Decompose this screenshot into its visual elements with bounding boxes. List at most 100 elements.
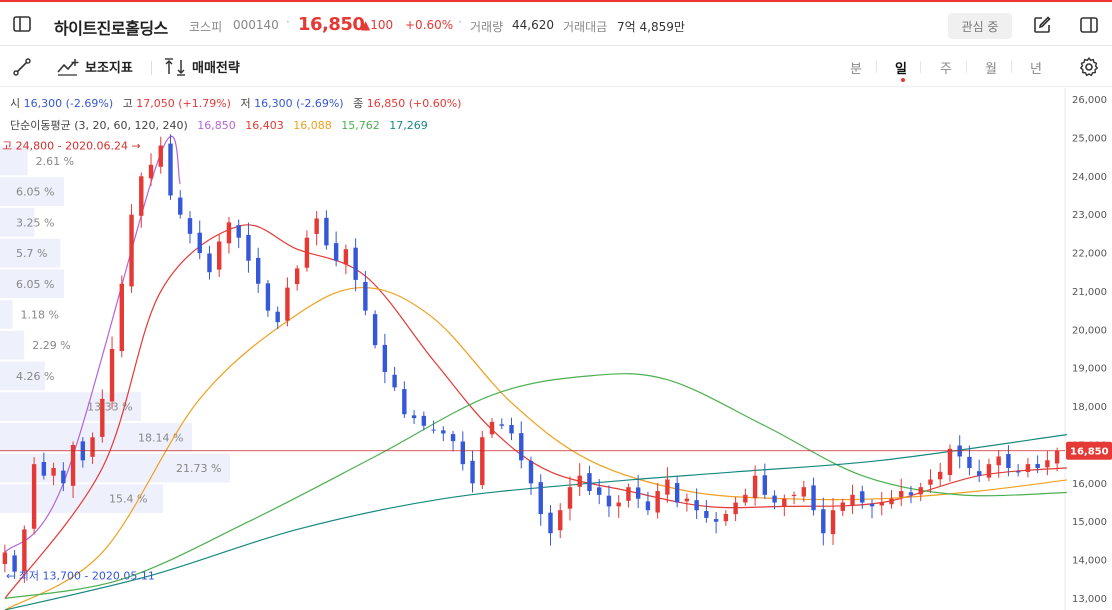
candle bbox=[684, 493, 690, 512]
side-panel-icon[interactable] bbox=[1077, 13, 1101, 37]
current-price: 16,850 bbox=[298, 14, 365, 35]
candle-body bbox=[460, 441, 465, 465]
edit-icon[interactable] bbox=[1030, 13, 1054, 37]
period-month-tab[interactable]: 월 bbox=[985, 58, 997, 77]
candle-body bbox=[665, 479, 670, 495]
volume-label: 거래량 bbox=[470, 20, 504, 34]
candle bbox=[285, 277, 290, 327]
indicator-icon bbox=[57, 58, 79, 76]
candle bbox=[2, 544, 8, 573]
price-change-percent: +0.60% bbox=[405, 18, 454, 32]
candle bbox=[421, 411, 427, 431]
candle bbox=[294, 265, 300, 291]
candle bbox=[830, 498, 836, 545]
volume-profile-label: 5.7 % bbox=[16, 247, 47, 260]
candle bbox=[869, 499, 875, 519]
low-label: 저 bbox=[240, 97, 251, 110]
candle-body bbox=[1006, 454, 1011, 468]
active-period-dot bbox=[901, 78, 905, 82]
candle-body bbox=[938, 471, 943, 480]
candle bbox=[246, 222, 251, 273]
y-tick-label: 22,000 bbox=[1072, 249, 1107, 260]
candle-body bbox=[830, 510, 836, 535]
candle-body bbox=[850, 494, 855, 506]
candle-body bbox=[626, 487, 631, 501]
candle bbox=[480, 430, 485, 489]
indicator-button[interactable]: 보조지표 bbox=[57, 57, 133, 76]
low-value: 16,300 (-2.69%) bbox=[254, 97, 344, 110]
candle-body bbox=[61, 470, 66, 484]
candle-body bbox=[41, 461, 47, 476]
candle bbox=[986, 458, 992, 482]
candle-body bbox=[928, 479, 933, 485]
candle-body bbox=[255, 257, 261, 284]
candle bbox=[655, 482, 660, 519]
stock-name: 하이트진로홀딩스 bbox=[54, 19, 168, 38]
watchlist-button[interactable]: 관심 중 bbox=[948, 13, 1012, 39]
candle-body bbox=[655, 491, 660, 513]
moving-average-legend: 단순이동평균 (3, 20, 60, 120, 240) 16,850 16,4… bbox=[10, 117, 428, 133]
period-minute-tab[interactable]: 분 bbox=[850, 58, 862, 77]
candle-body bbox=[986, 464, 992, 478]
separator-dot: · bbox=[458, 15, 462, 29]
separator-dot: · bbox=[286, 15, 290, 29]
candle bbox=[382, 333, 388, 384]
y-tick-label: 18,000 bbox=[1072, 402, 1107, 413]
candle-body bbox=[489, 421, 495, 435]
candle bbox=[558, 503, 563, 539]
candle-body bbox=[558, 510, 563, 531]
candle-body bbox=[801, 487, 807, 497]
ma240-value: 17,269 bbox=[389, 119, 428, 132]
candle-body bbox=[899, 491, 904, 498]
candle bbox=[674, 476, 680, 508]
candlesticks bbox=[2, 134, 1060, 584]
candle bbox=[187, 211, 193, 244]
candle-body bbox=[158, 145, 163, 167]
candle bbox=[626, 483, 631, 508]
candle bbox=[1054, 447, 1060, 472]
candle-body bbox=[597, 487, 602, 495]
candle-body bbox=[821, 509, 826, 534]
candle bbox=[402, 381, 407, 418]
candle bbox=[168, 134, 173, 200]
candle bbox=[840, 498, 845, 516]
drawing-tool-icon[interactable] bbox=[10, 55, 34, 79]
candle-body bbox=[1054, 450, 1060, 464]
price-chart[interactable]: 2.61 % 6.05 % 3.25 % 5.7 % 6.05 % 1.18 % 2.29 … bbox=[0, 88, 1112, 610]
candle bbox=[158, 136, 163, 174]
candle bbox=[275, 306, 280, 329]
candle bbox=[304, 230, 310, 272]
volume-profile-label: 1.18 % bbox=[20, 308, 58, 321]
volume-profile-bar bbox=[0, 300, 13, 329]
ma3-value: 16,850 bbox=[197, 119, 236, 132]
candle-body bbox=[840, 502, 845, 511]
candle-body bbox=[645, 501, 651, 511]
period-day-tab[interactable]: 일 bbox=[895, 58, 907, 77]
period-week-tab[interactable]: 주 bbox=[940, 58, 952, 77]
candle bbox=[1045, 450, 1050, 476]
high-value: 17,050 (+1.79%) bbox=[136, 97, 231, 110]
candle bbox=[548, 505, 553, 546]
candle bbox=[899, 478, 904, 507]
candle bbox=[519, 421, 524, 469]
volume-profile-label: 4.26 % bbox=[16, 370, 54, 383]
settings-gear-icon[interactable] bbox=[1077, 55, 1101, 79]
candle-body bbox=[509, 424, 514, 434]
sidebar-toggle-icon[interactable] bbox=[10, 12, 34, 36]
candle bbox=[207, 245, 212, 280]
candle-body bbox=[752, 475, 758, 499]
period-divider bbox=[876, 61, 877, 73]
candle bbox=[148, 153, 154, 186]
candle-body bbox=[499, 424, 504, 426]
candle-body bbox=[684, 498, 690, 502]
period-year-tab[interactable]: 년 bbox=[1030, 58, 1042, 77]
y-tick-label: 16,000 bbox=[1072, 479, 1107, 490]
candle bbox=[762, 463, 768, 499]
candle-body bbox=[879, 502, 884, 506]
candle bbox=[1015, 463, 1021, 477]
strategy-button[interactable]: 매매전략 bbox=[164, 57, 240, 76]
candle bbox=[226, 216, 232, 254]
trade-amount-value: 7억 4,859만 bbox=[617, 20, 685, 34]
buy-sell-arrows-icon bbox=[165, 57, 185, 76]
ma120-value: 15,762 bbox=[341, 119, 380, 132]
